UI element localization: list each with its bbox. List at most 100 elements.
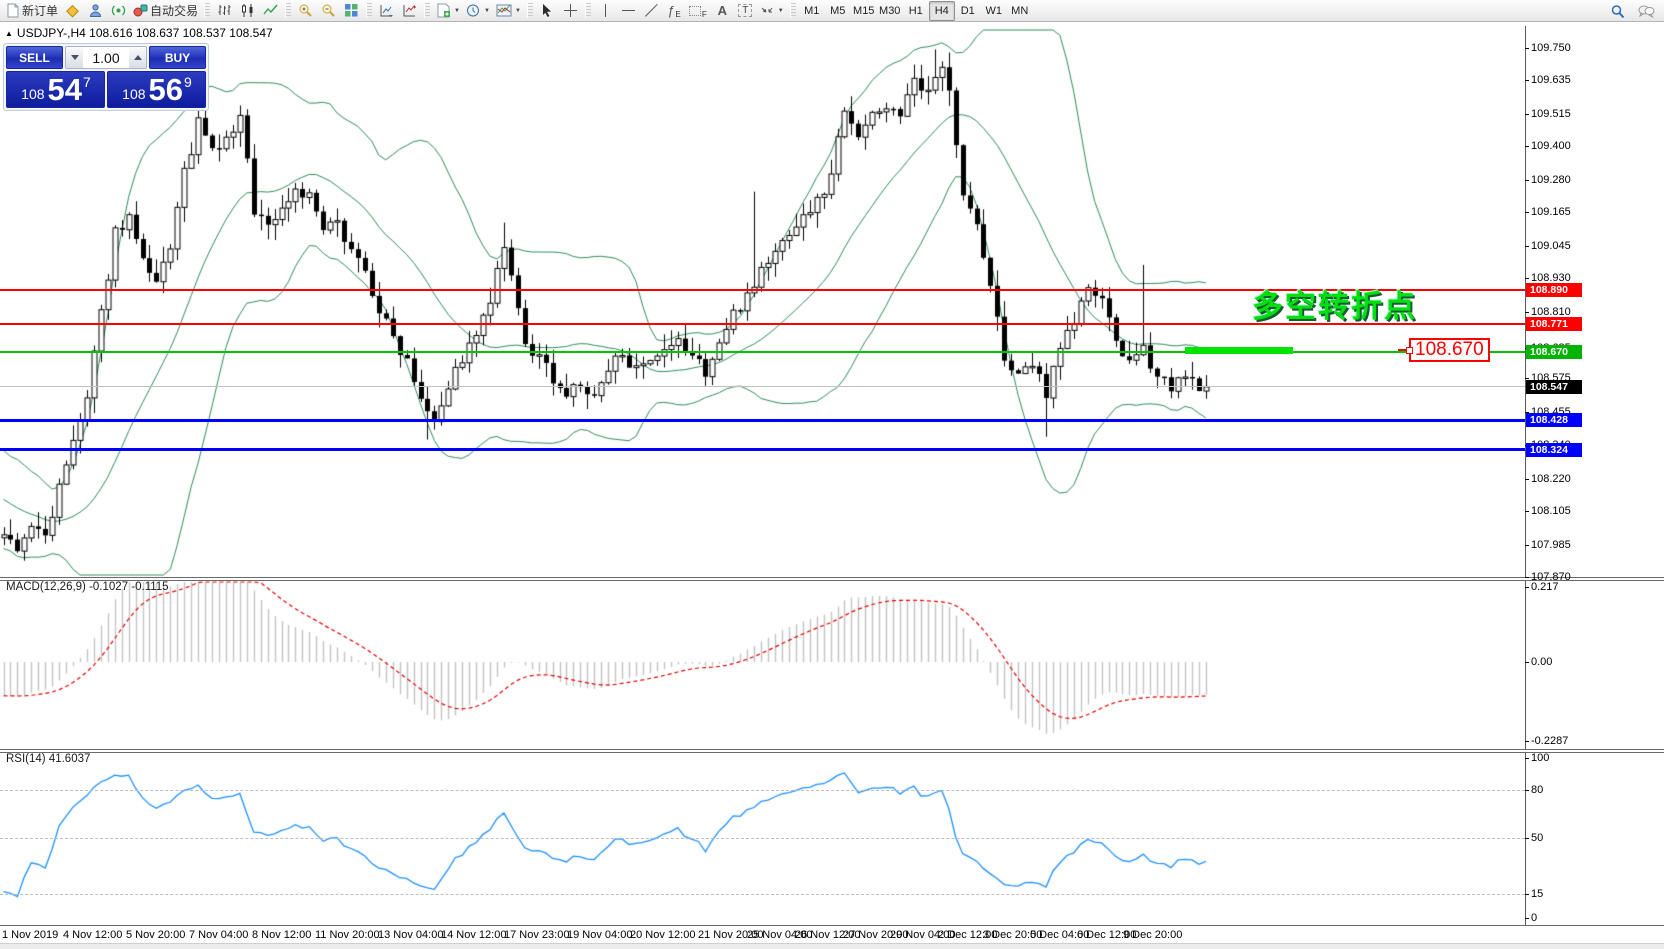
shapes-tool-button[interactable]: F	[686, 1, 711, 21]
auto-scroll-button[interactable]	[375, 1, 398, 21]
clock-icon	[466, 3, 481, 18]
horizontal-line-tool-button[interactable]	[617, 1, 640, 21]
turning-point-annotation[interactable]: 多空转折点	[1252, 281, 1417, 326]
bar-chart-mode-button[interactable]	[213, 1, 236, 21]
cursor-tool-button[interactable]	[536, 1, 559, 21]
price-axis-tick: 109.635	[1531, 74, 1571, 86]
new-order-button[interactable]: 新订单	[3, 1, 61, 21]
arrows-tool-button[interactable]: ▼	[757, 1, 787, 21]
shapes-icon	[689, 6, 701, 16]
collapse-arrow-icon[interactable]: ▲	[5, 29, 13, 38]
date-axis-label: 17 Nov 23:00	[504, 929, 569, 941]
community-chat-button[interactable]	[1635, 1, 1658, 21]
timeframe-h1-button[interactable]: H1	[903, 1, 929, 21]
autotrading-button[interactable]: 自动交易	[130, 1, 201, 21]
toolbar-separator	[285, 3, 291, 18]
date-axis-label: 4 Nov 12:00	[63, 929, 122, 941]
trendline-icon	[645, 4, 658, 17]
volume-input[interactable]	[83, 47, 129, 68]
trendline-tool-button[interactable]	[640, 1, 663, 21]
rsi-axis-label: 15	[1531, 888, 1543, 900]
rsi-panel-separator[interactable]	[0, 749, 1664, 753]
autotrading-label: 自动交易	[150, 2, 198, 19]
up-triangle-icon	[134, 55, 142, 60]
time-axis-line[interactable]	[0, 925, 1664, 926]
timeframe-h4-button[interactable]: H4	[929, 1, 955, 21]
macd-panel-separator[interactable]	[0, 577, 1664, 581]
rsi-axis-label: 80	[1531, 784, 1543, 796]
user-icon	[88, 3, 103, 18]
timeframe-w1-button[interactable]: W1	[981, 1, 1007, 21]
timeframe-m30-button[interactable]: M30	[877, 1, 903, 21]
symbol-ohlc-text: USDJPY-,H4 108.616 108.637 108.537 108.5…	[17, 26, 273, 40]
macd-axis-label: -0.2287	[1531, 735, 1568, 747]
rsi-axis-label: 50	[1531, 832, 1543, 844]
timeframe-m1-button[interactable]: M1	[799, 1, 825, 21]
date-axis-label: 11 Nov 20:00	[315, 929, 380, 941]
crosshair-tool-button[interactable]	[559, 1, 582, 21]
price-axis-tick: 109.515	[1531, 108, 1571, 120]
date-axis-label: 8 Nov 12:00	[252, 929, 311, 941]
accounts-button[interactable]	[84, 1, 107, 21]
date-axis-label: 14 Nov 12:00	[441, 929, 506, 941]
templates-menu-button[interactable]: ▼	[493, 1, 524, 21]
text-tool-button[interactable]: A	[711, 1, 734, 21]
timeframe-mn-button[interactable]: MN	[1007, 1, 1033, 21]
price-tag-108670[interactable]: 108.670	[1409, 338, 1490, 362]
zoom-in-icon	[298, 3, 313, 18]
level-line-108.324[interactable]	[0, 448, 1525, 451]
timeframe-m15-button[interactable]: M15	[851, 1, 877, 21]
signals-button[interactable]	[107, 1, 130, 21]
level-line-108.428[interactable]	[0, 419, 1525, 422]
price-axis-tick: 109.400	[1531, 140, 1571, 152]
line-chart-mode-button[interactable]	[259, 1, 282, 21]
text-label-tool-button[interactable]: T	[734, 1, 757, 21]
chart-overlay: 多空转折点 108.670 MACD(12,26,9) -0.1027 -0.1…	[0, 22, 1664, 949]
candlestick-icon	[240, 3, 255, 18]
chart-shift-icon	[402, 3, 417, 18]
periods-menu-button[interactable]: ▼	[463, 1, 493, 21]
search-button[interactable]	[1606, 1, 1629, 21]
zoom-in-button[interactable]	[294, 1, 317, 21]
date-axis-label: 13 Nov 04:00	[378, 929, 443, 941]
cursor-icon	[540, 3, 554, 18]
zoom-out-button[interactable]	[317, 1, 340, 21]
one-click-trading-panel: SELL BUY 108547 108569	[3, 43, 209, 111]
tile-windows-button[interactable]	[340, 1, 363, 21]
timeframe-m5-button[interactable]: M5	[825, 1, 851, 21]
tile-windows-icon	[344, 3, 359, 18]
dropdown-caret-icon: ▼	[454, 8, 460, 14]
dropdown-caret-icon: ▼	[484, 8, 490, 14]
fibonacci-tool-button[interactable]: ƒE	[663, 1, 686, 21]
toolbar-separator	[585, 3, 591, 18]
timeframe-toolbar: M1M5M15M30H1H4D1W1MN	[799, 0, 1033, 22]
volume-increase-button[interactable]	[129, 47, 146, 68]
date-axis-label: 7 Nov 04:00	[189, 929, 248, 941]
date-axis-label: 5 Nov 20:00	[126, 929, 185, 941]
chart-shift-button[interactable]	[398, 1, 421, 21]
level-line-108.547[interactable]	[0, 386, 1525, 387]
candlestick-mode-button[interactable]	[236, 1, 259, 21]
level-line-108.670[interactable]	[0, 351, 1525, 353]
text-tool-icon: A	[718, 3, 727, 18]
market-watch-button[interactable]	[61, 1, 84, 21]
toolbar-separator	[790, 3, 796, 18]
template-icon	[496, 3, 512, 18]
timeframe-d1-button[interactable]: D1	[955, 1, 981, 21]
line-chart-icon	[263, 3, 278, 18]
price-badge-108.771: 108.771	[1526, 317, 1582, 331]
signal-icon	[111, 3, 126, 18]
macd-label: MACD(12,26,9) -0.1027 -0.1115	[6, 581, 169, 593]
toolbar-separator	[527, 3, 533, 18]
date-axis-label: 20 Nov 12:00	[630, 929, 695, 941]
volume-decrease-button[interactable]	[66, 47, 83, 68]
rsi-axis-label: 0	[1531, 912, 1537, 924]
sell-price-display[interactable]: 108547	[6, 71, 105, 108]
vertical-line-tool-button[interactable]	[594, 1, 617, 21]
buy-button[interactable]: BUY	[149, 46, 206, 69]
indicators-menu-button[interactable]: ▼	[433, 1, 463, 21]
buy-price-display[interactable]: 108569	[107, 71, 206, 108]
sell-button[interactable]: SELL	[6, 46, 63, 69]
highlight-segment[interactable]	[1185, 347, 1293, 354]
dropdown-caret-icon: ▼	[778, 8, 784, 14]
